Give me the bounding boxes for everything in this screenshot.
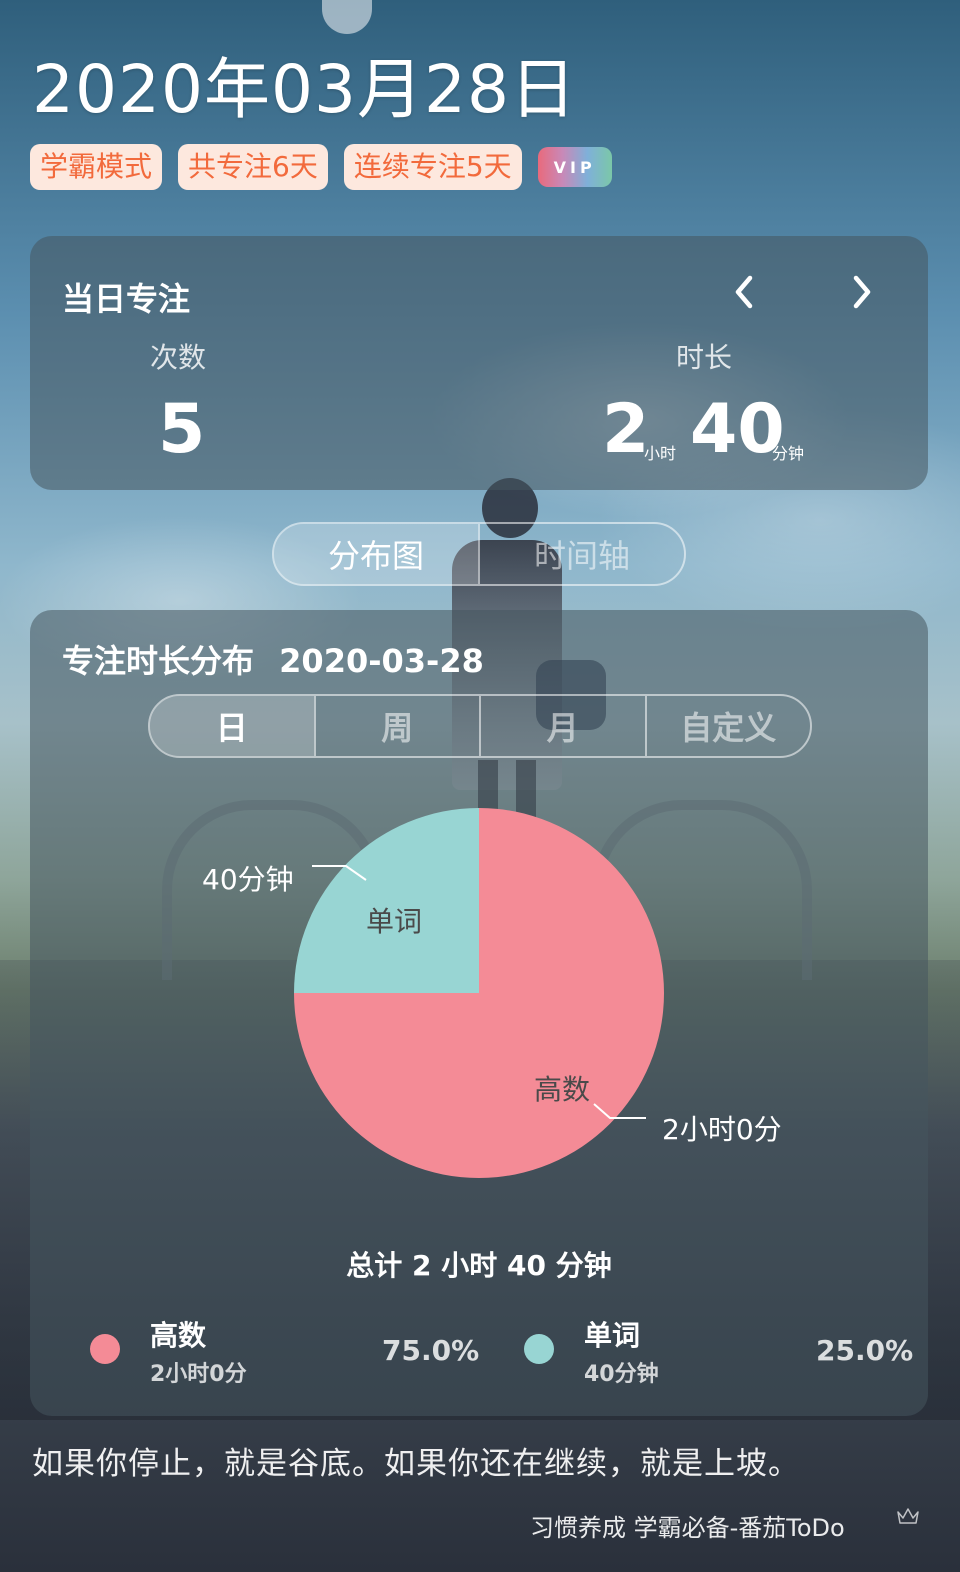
chevron-left-icon	[735, 275, 753, 309]
view-switch: 分布图 时间轴	[272, 522, 686, 586]
pie-inner-label-words: 单词	[366, 905, 423, 938]
legend-percent-words: 25.0%	[816, 1334, 914, 1367]
legend-dot-math	[90, 1334, 120, 1364]
range-switch: 日 周 月 自定义	[148, 694, 812, 758]
daily-focus-title: 当日专注	[62, 280, 191, 318]
app-slogan: 习惯养成 学霸必备-番茄ToDo	[530, 1514, 845, 1542]
distribution-title-text: 专注时长分布	[62, 642, 255, 680]
tab-custom[interactable]: 自定义	[644, 696, 811, 756]
minutes-unit: 分钟	[772, 444, 805, 463]
duration-label: 时长	[676, 341, 733, 374]
vip-badge[interactable]: VIP	[537, 147, 612, 187]
legend-percent-math: 75.0%	[382, 1334, 480, 1367]
prev-day-button[interactable]	[724, 272, 764, 312]
pie-outer-label-math: 2小时0分	[662, 1113, 782, 1146]
hours-unit: 小时	[644, 444, 677, 463]
label-leader-line-math	[593, 1103, 646, 1119]
daily-focus-card: 当日专注 次数 5 时长 2 小时 40 分钟	[30, 236, 928, 490]
duration-hours: 2	[602, 390, 650, 469]
crown-icon	[897, 1508, 919, 1524]
tag-row: 学霸模式 共专注6天 连续专注5天 VIP	[30, 144, 612, 190]
tab-timeline[interactable]: 时间轴	[478, 524, 684, 584]
mode-tag: 学霸模式	[30, 144, 163, 190]
streak-tag: 连续专注5天	[343, 144, 522, 190]
pie-outer-label-words: 40分钟	[202, 863, 294, 896]
distribution-date: 2020-03-28	[279, 642, 484, 680]
legend-duration-math: 2小时0分	[150, 1362, 247, 1387]
label-leader-line-words	[312, 865, 367, 881]
next-day-button[interactable]	[842, 272, 882, 312]
duration-minutes: 40	[690, 390, 785, 469]
legend-name-words: 单词	[584, 1319, 641, 1352]
chevron-right-icon	[853, 275, 871, 309]
pie-inner-label-math: 高数	[534, 1073, 591, 1106]
distribution-title: 专注时长分布 2020-03-28	[62, 636, 484, 682]
tab-week[interactable]: 周	[313, 696, 480, 756]
tab-day[interactable]: 日	[150, 696, 314, 756]
tab-distribution[interactable]: 分布图	[274, 524, 478, 584]
total-days-tag: 共专注6天	[178, 144, 328, 190]
legend-name-math: 高数	[150, 1319, 207, 1352]
count-value: 5	[158, 390, 206, 469]
legend-duration-words: 40分钟	[584, 1362, 659, 1387]
legend-dot-words	[524, 1334, 554, 1364]
tab-month[interactable]: 月	[479, 696, 645, 756]
motivational-quote: 如果你停止，就是谷底。如果你还在继续，就是上坡。	[32, 1446, 800, 1482]
count-label: 次数	[150, 341, 207, 374]
total-duration: 总计 2 小时 40 分钟	[346, 1249, 612, 1282]
date-title: 2020年03月28日	[32, 51, 577, 128]
